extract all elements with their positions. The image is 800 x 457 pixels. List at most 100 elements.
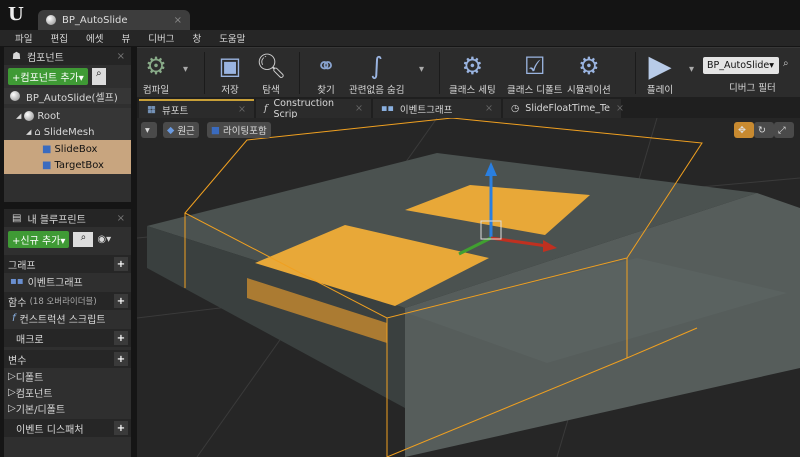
rotate-mode-button[interactable]: ↻: [754, 122, 774, 138]
self-label: BP_AutoSlide(셀프): [26, 92, 118, 104]
close-icon[interactable]: ×: [117, 213, 125, 224]
tree-item-slidebox[interactable]: ■ SlideBox: [4, 141, 131, 157]
tab-viewport[interactable]: ▦ 뷰포트 ×: [139, 99, 254, 118]
function-icon: f: [264, 103, 268, 114]
section-label: 함수: [8, 297, 27, 309]
play-button[interactable]: ▶ 플레이: [643, 48, 677, 97]
item-construction-script[interactable]: f 컨스트럭션 스크립트: [4, 310, 131, 326]
tab-label: 뷰포트: [161, 105, 189, 117]
find-button[interactable]: ⚭ 찾기: [309, 50, 343, 96]
simulation-button[interactable]: ⚙ 시뮬레이션: [567, 50, 611, 96]
camera-icon: ◆: [167, 124, 175, 136]
tab-timeline[interactable]: ◷ SlideFloatTime_Te ×: [503, 99, 624, 118]
tree-label: Root: [37, 110, 61, 122]
hide-unrelated-button[interactable]: ∫ 관련없음 숨김: [349, 50, 404, 96]
add-component-button[interactable]: +컴포넌트 추가▾: [8, 68, 88, 85]
item-label: 기본/디폴트: [15, 404, 66, 416]
menu-window[interactable]: 창: [183, 31, 210, 45]
search-icon[interactable]: ⌕: [783, 58, 789, 69]
scale-mode-button[interactable]: ⤢: [774, 122, 794, 138]
class-settings-button[interactable]: ⚙ 클래스 세팅: [449, 50, 496, 96]
add-icon[interactable]: +: [114, 257, 128, 271]
editor-tabs: ▦ 뷰포트 × f Construction Scrip × ▪▪ 이벤트그래프 × ◷ Sl…: [137, 97, 800, 120]
search-icon[interactable]: ⌕: [91, 68, 106, 85]
function-icon: f: [12, 312, 16, 324]
close-icon[interactable]: ×: [616, 103, 624, 114]
compile-button[interactable]: ⚙ 컴파일: [139, 50, 173, 96]
my-blueprint-title: 내 블루프린트: [27, 214, 86, 226]
document-tab[interactable]: BP_AutoSlide ×: [38, 10, 190, 30]
tree-label: SlideBox: [54, 143, 98, 155]
section-label: 변수: [8, 355, 27, 367]
chevron-down-icon[interactable]: ▾: [183, 64, 188, 75]
tree-item-targetbox[interactable]: ■ TargetBox: [4, 157, 131, 173]
menu-debug[interactable]: 디버그: [139, 31, 183, 45]
close-icon[interactable]: ×: [117, 51, 125, 62]
tree-item-slidemesh[interactable]: ◢ ⌂ SlideMesh: [4, 124, 131, 140]
add-new-button[interactable]: +신규 추가▾: [8, 231, 70, 248]
perspective-button[interactable]: ◆ 원근: [163, 122, 199, 138]
sphere-icon: [10, 91, 20, 101]
save-button[interactable]: ▣ 저장: [213, 50, 247, 96]
menu-asset[interactable]: 에셋: [77, 31, 112, 45]
section-dispatchers[interactable]: 이벤트 디스패처 +: [4, 419, 131, 437]
close-icon[interactable]: ×: [238, 104, 246, 115]
save-icon: ▣: [218, 52, 242, 80]
item-label: 디폴트: [15, 372, 44, 384]
browse-button[interactable]: 🔍︎ 탐색: [254, 50, 288, 96]
self-row[interactable]: BP_AutoSlide(셀프): [4, 88, 131, 104]
section-functions[interactable]: 함수 (18 오버라이더블) +: [4, 292, 131, 310]
class-settings-label: 클래스 세팅: [449, 85, 496, 96]
viewport-scene[interactable]: [137, 118, 800, 457]
search-icon[interactable]: ⌕: [73, 232, 94, 247]
add-icon[interactable]: +: [114, 352, 128, 366]
add-icon[interactable]: +: [114, 421, 128, 435]
my-blueprint-panel: ▤ 내 블루프린트 × +신규 추가▾ ⌕ ◉▾ 그래프 + ▪▪ 이벤트그래프 함수 …: [4, 209, 131, 457]
close-icon[interactable]: ×: [355, 103, 363, 114]
close-icon[interactable]: ×: [485, 103, 493, 114]
viewport[interactable]: ▾ ◆ 원근 ■ 라이팅포함 ✥ ↻ ⤢: [137, 118, 800, 457]
tree-label: TargetBox: [54, 159, 104, 171]
menu-bar: 파일 편집 에셋 뷰 디버그 창 도움말: [0, 30, 800, 46]
item-label: 컴포넌트: [15, 388, 53, 400]
add-icon[interactable]: +: [114, 331, 128, 345]
section-variables[interactable]: 변수 +: [4, 350, 131, 368]
item-event-graph[interactable]: ▪▪ 이벤트그래프: [4, 273, 131, 289]
section-graph[interactable]: 그래프 +: [4, 255, 131, 273]
menu-edit[interactable]: 편집: [41, 31, 76, 45]
class-defaults-button[interactable]: ☑ 클래스 디폴트: [507, 50, 562, 96]
menu-help[interactable]: 도움말: [210, 31, 254, 45]
tab-event-graph[interactable]: ▪▪ 이벤트그래프 ×: [373, 99, 501, 118]
lighting-button[interactable]: ■ 라이팅포함: [207, 122, 271, 138]
close-icon[interactable]: ×: [174, 15, 182, 26]
components-panel: ☗ 컴포넌트 × +컴포넌트 추가▾ ⌕ BP_AutoSlide(셀프) ◢ Roo…: [4, 47, 131, 202]
tree-item-root[interactable]: ◢ Root: [4, 108, 131, 124]
item-label: 컨스트럭션 스크립트: [19, 314, 106, 326]
debug-filter-label: 디버그 필터: [729, 83, 776, 94]
my-blueprint-header: ▤ 내 블루프린트 ×: [4, 209, 131, 227]
var-category-base[interactable]: ▷ 기본/디폴트: [4, 400, 131, 416]
box-icon: ■: [42, 143, 52, 155]
tab-construction-script[interactable]: f Construction Scrip ×: [256, 98, 371, 120]
debug-object-select[interactable]: BP_AutoSlide▾: [703, 57, 779, 74]
blueprint-icon: [46, 15, 56, 25]
section-macros[interactable]: 매크로 +: [4, 329, 131, 347]
graph-icon: ▪▪: [381, 103, 394, 114]
chevron-down-icon[interactable]: ▾: [419, 64, 424, 75]
graph-icon: ▪▪: [10, 275, 24, 287]
play-icon: ▶: [648, 48, 672, 84]
translate-mode-button[interactable]: ✥: [734, 122, 754, 138]
var-category-default[interactable]: ▷ 디폴트: [4, 368, 131, 384]
viewport-options-button[interactable]: ▾: [141, 122, 157, 138]
chevron-down-icon[interactable]: ▾: [689, 64, 694, 75]
rotate-icon: ↻: [758, 124, 766, 136]
compile-icon: ⚙: [145, 52, 167, 80]
menu-file[interactable]: 파일: [6, 31, 41, 45]
eye-icon[interactable]: ◉▾: [97, 234, 111, 245]
functions-note: (18 오버라이더블): [29, 297, 97, 307]
menu-view[interactable]: 뷰: [112, 31, 139, 45]
add-icon[interactable]: +: [114, 294, 128, 308]
move-icon: ✥: [738, 124, 746, 136]
toolbar: ⚙ 컴파일 ▾ ▣ 저장 🔍︎ 탐색 ⚭ 찾기 ∫ 관련없음 숨김 ▾ ⚙ 클래스 세팅 ☑…: [137, 47, 800, 97]
var-category-components[interactable]: ▷ 컴포넌트: [4, 384, 131, 400]
